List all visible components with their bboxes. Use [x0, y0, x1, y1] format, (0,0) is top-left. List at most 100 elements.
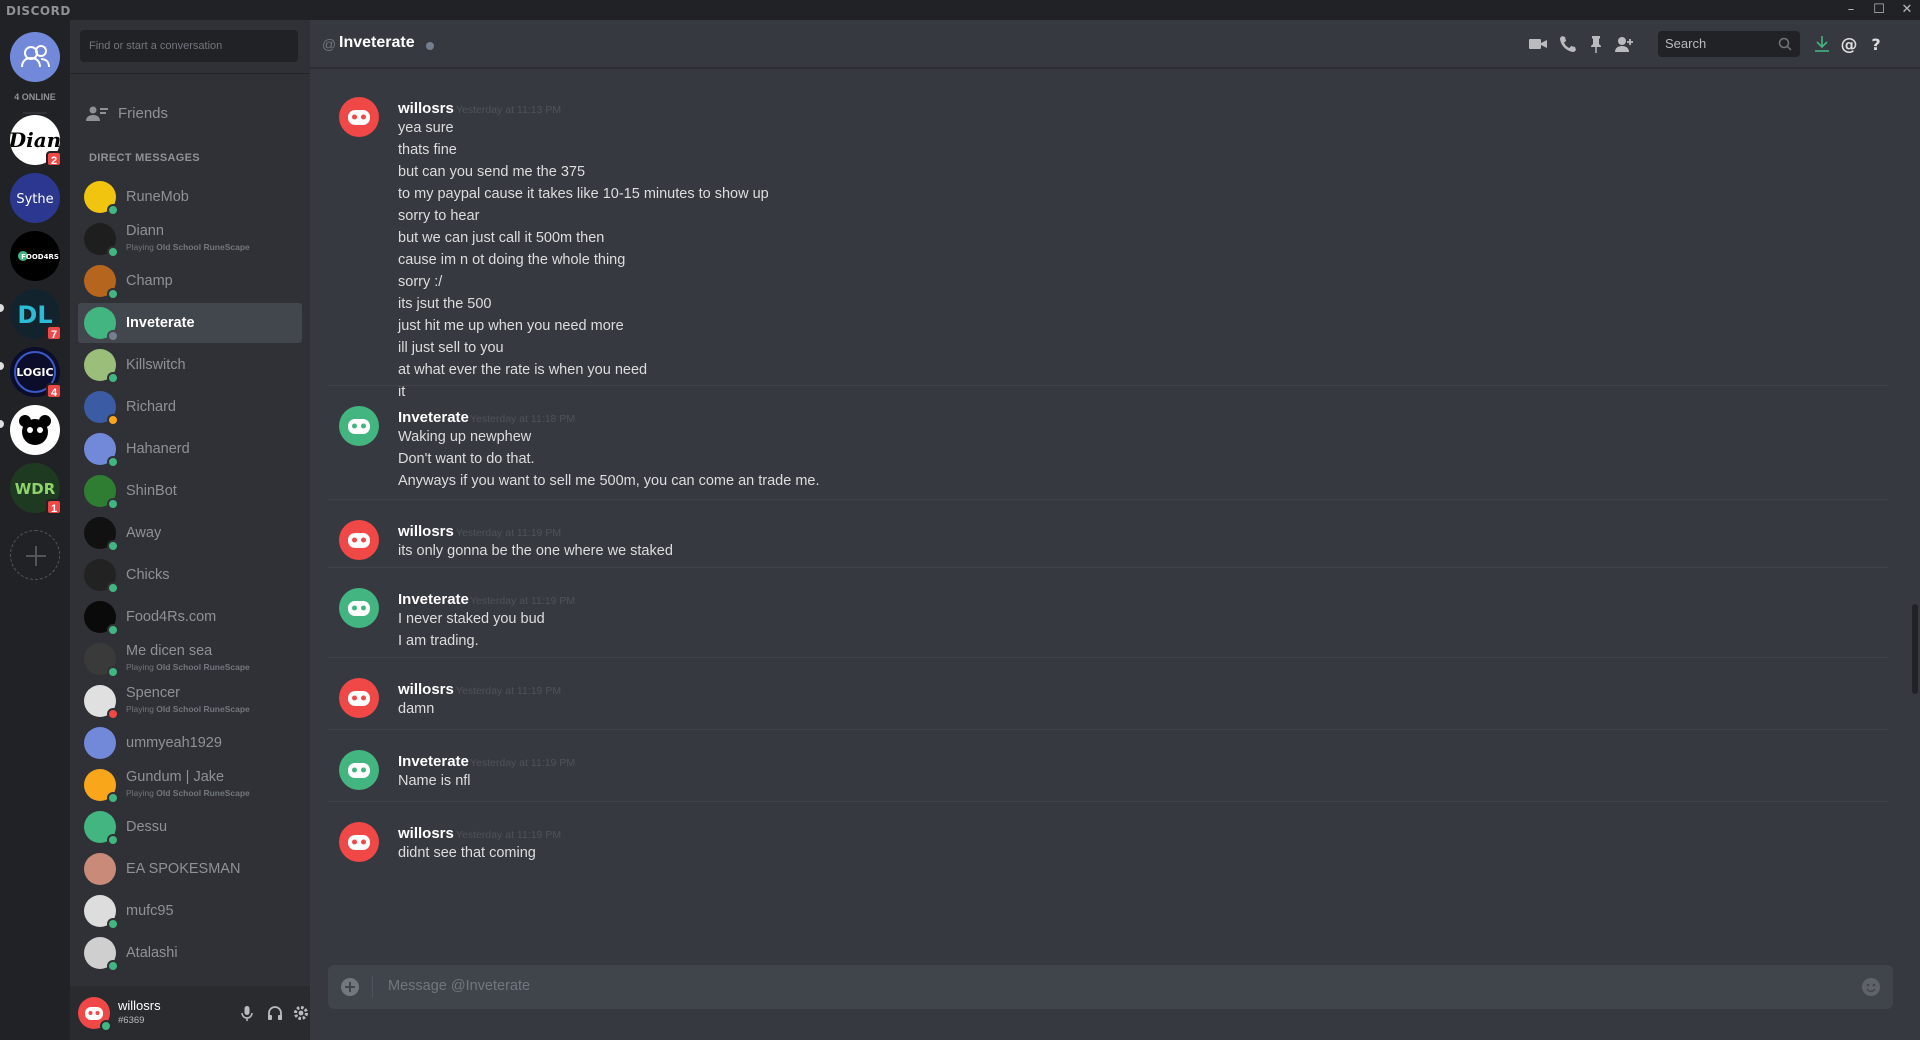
dm-item[interactable]: Me dicen sea Playing Old School RuneScape	[78, 639, 302, 679]
status-indicator	[107, 330, 119, 342]
dm-item[interactable]: mufc95	[78, 891, 302, 931]
server-dl[interactable]: DL 7	[10, 289, 62, 341]
message-text: sorry :/	[398, 274, 443, 290]
dm-name: Richard	[126, 399, 176, 415]
message-text: thats fine	[398, 142, 457, 158]
message-group: willosrs Yesterday at 11:19 PM its only go…	[328, 499, 1888, 563]
upload-plus-icon[interactable]	[340, 977, 360, 997]
pinned-messages-icon[interactable]	[1586, 34, 1606, 54]
video-call-icon[interactable]	[1528, 34, 1548, 54]
dm-name: ShinBot	[126, 483, 177, 499]
status-online-indicator	[100, 1020, 112, 1032]
unread-indicator	[0, 362, 4, 370]
help-icon[interactable]: ?	[1866, 34, 1886, 54]
discord-avatar-icon	[348, 533, 370, 548]
message-avatar[interactable]	[339, 588, 379, 628]
minimize-button[interactable]: –	[1840, 1, 1862, 19]
message-author[interactable]: Inveterate	[398, 753, 469, 770]
svg-text:Dian: Dian	[10, 128, 60, 152]
message-author[interactable]: willosrs	[398, 100, 454, 117]
dm-item[interactable]: Killswitch	[78, 345, 302, 385]
message-avatar[interactable]	[339, 750, 379, 790]
dm-search-container: Find or start a conversation	[70, 20, 310, 74]
discord-avatar-icon	[348, 419, 370, 434]
server-food4rs[interactable]: FOOD4RS	[10, 231, 60, 281]
microphone-icon[interactable]	[238, 1004, 256, 1022]
dm-name: mufc95	[126, 903, 174, 919]
dm-item[interactable]: Gundum | Jake Playing Old School RuneScap…	[78, 765, 302, 805]
scrollbar[interactable]	[1910, 69, 1920, 963]
chat-search-input[interactable]: Search	[1658, 31, 1800, 57]
scrollbar-thumb[interactable]	[1912, 604, 1918, 694]
dm-item[interactable]: RuneMob	[78, 177, 302, 217]
settings-gear-icon[interactable]	[292, 1004, 310, 1022]
message-avatar[interactable]	[339, 406, 379, 446]
dm-item[interactable]: Champ	[78, 261, 302, 301]
dm-item[interactable]: Dessu	[78, 807, 302, 847]
dm-item[interactable]: Spencer Playing Old School RuneScape	[78, 681, 302, 721]
dm-item[interactable]: Chicks	[78, 555, 302, 595]
dm-item[interactable]: Richard	[78, 387, 302, 427]
server-logic[interactable]: LOGIC 4	[10, 347, 62, 399]
activity-prefix: Playing	[126, 662, 157, 672]
dm-name: Inveterate	[126, 315, 195, 331]
add-server-button[interactable]	[10, 530, 60, 580]
message-timestamp: Yesterday at 11:19 PM	[456, 527, 562, 539]
emoji-picker-icon[interactable]	[1861, 977, 1881, 997]
server-list: 4 ONLINE Dian 2 Sythe FOOD4RS DL 7 LOGIC…	[0, 20, 70, 1040]
dm-item[interactable]: Hahanerd	[78, 429, 302, 469]
dm-item[interactable]: Food4Rs.com	[78, 597, 302, 637]
message-avatar[interactable]	[339, 822, 379, 862]
dm-name: Diann	[126, 223, 164, 239]
dm-search-input[interactable]: Find or start a conversation	[80, 30, 298, 62]
message-group: Inveterate Yesterday at 11:18 PM Waking up…	[328, 385, 1888, 493]
server-panda[interactable]	[10, 405, 60, 455]
server-diann[interactable]: Dian 2	[10, 115, 62, 167]
message-author[interactable]: Inveterate	[398, 591, 469, 608]
download-icon[interactable]	[1812, 34, 1832, 54]
message-author[interactable]: willosrs	[398, 523, 454, 540]
dm-item[interactable]: Diann Playing Old School RuneScape	[78, 219, 302, 259]
message-group: willosrs Yesterday at 11:13 PM yea sure tha…	[328, 77, 1888, 405]
status-indicator	[107, 372, 119, 384]
status-indicator	[107, 960, 119, 972]
message-author[interactable]: Inveterate	[398, 409, 469, 426]
maximize-button[interactable]: ☐	[1868, 1, 1890, 19]
dm-name: Hahanerd	[126, 441, 190, 457]
close-window-button[interactable]: ✕	[1896, 1, 1918, 19]
dm-name: Killswitch	[126, 357, 186, 373]
message-composer[interactable]: Message @Inveterate	[328, 965, 1893, 1009]
dm-name: EA SPOKESMAN	[126, 861, 241, 877]
dm-item[interactable]: ShinBot	[78, 471, 302, 511]
friends-home-button[interactable]	[10, 32, 60, 82]
friends-nav[interactable]: Friends	[78, 96, 302, 132]
dm-activity: Playing Old School RuneScape	[126, 704, 250, 714]
add-friend-to-dm-icon[interactable]	[1614, 34, 1634, 54]
message-avatar[interactable]	[339, 97, 379, 137]
activity-prefix: Playing	[126, 242, 157, 252]
message-avatar[interactable]	[339, 520, 379, 560]
headphones-icon[interactable]	[266, 1004, 284, 1022]
message-author[interactable]: willosrs	[398, 825, 454, 842]
message-timestamp: Yesterday at 11:13 PM	[456, 104, 562, 116]
message-author[interactable]: willosrs	[398, 681, 454, 698]
server-sythe[interactable]: Sythe	[10, 173, 60, 223]
dm-item[interactable]: Atalashi	[78, 933, 302, 973]
message-avatar[interactable]	[339, 678, 379, 718]
message-input[interactable]: Message @Inveterate	[388, 978, 530, 994]
dm-item[interactable]: EA SPOKESMAN	[78, 849, 302, 889]
dm-name: RuneMob	[126, 189, 189, 205]
message-text: I never staked you bud	[398, 611, 545, 627]
activity-prefix: Playing	[126, 704, 157, 714]
mentions-icon[interactable]: @	[1839, 34, 1859, 54]
server-wdr[interactable]: WDR 1	[10, 463, 62, 515]
dm-item[interactable]: Away	[78, 513, 302, 553]
activity-game: Old School RuneScape	[156, 788, 250, 798]
dm-item[interactable]: Inveterate	[78, 303, 302, 343]
voice-call-icon[interactable]	[1558, 34, 1578, 54]
message-text: didnt see that coming	[398, 845, 536, 861]
dm-item[interactable]: ummyeah1929	[78, 723, 302, 763]
dm-name: Gundum | Jake	[126, 769, 225, 785]
message-text: its only gonna be the one where we stake…	[398, 543, 673, 559]
svg-text:Sythe: Sythe	[16, 192, 53, 207]
